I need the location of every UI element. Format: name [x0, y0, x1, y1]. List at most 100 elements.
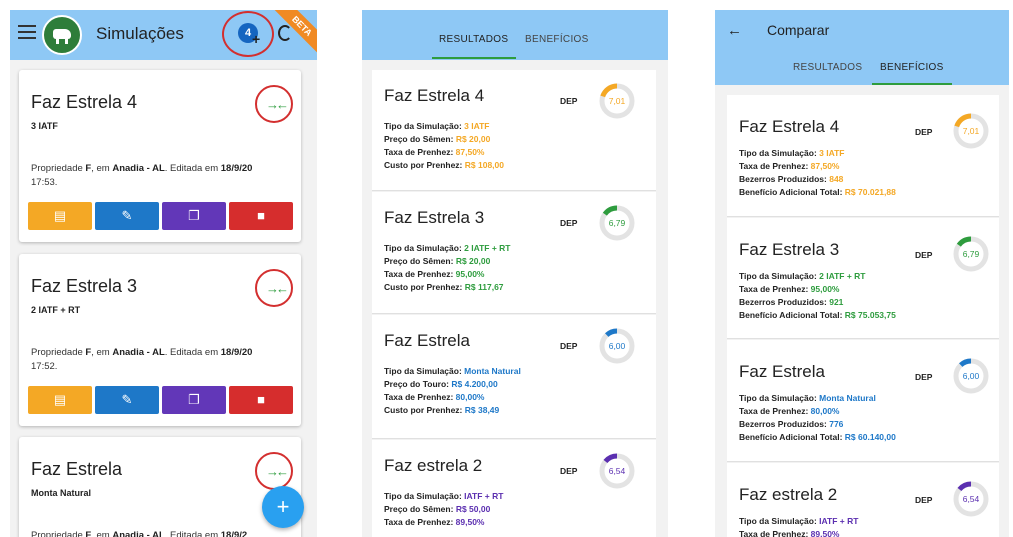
detail-value: Monta Natural	[464, 366, 521, 376]
notification-button[interactable]: 4 +	[222, 11, 274, 57]
detail-label: Taxa de Prenhez:	[384, 147, 456, 157]
result-card: Faz Estrela 3 DEP 6,79 Tipo da Simulação: 2…	[727, 218, 999, 339]
tab-resultados[interactable]: RESULTADOS	[793, 62, 862, 73]
simulation-description: Propriedade F, em Anadia - AL. Editada e…	[31, 529, 286, 537]
detail-label: Tipo da Simulação:	[739, 148, 820, 158]
detail-value: Monta Natural	[819, 393, 876, 403]
detail-row: Bezerros Produzidos: 776	[739, 418, 896, 431]
report-button[interactable]: ▤	[28, 202, 92, 230]
description-desc_pre: Propriedade	[31, 530, 86, 537]
detail-label: Custo por Prenhez:	[384, 282, 465, 292]
compare-screen: ← Comparar RESULTADOS BENEFÍCIOS Faz Est…	[715, 10, 1009, 537]
description-mid: , em	[91, 163, 113, 174]
menu-icon[interactable]	[18, 25, 36, 39]
detail-value: 87,50%	[810, 161, 840, 171]
simulation-type: 3 IATF	[31, 121, 58, 131]
edit-icon: ✎	[121, 392, 133, 407]
tab-indicator	[432, 57, 516, 59]
tab-resultados[interactable]: RESULTADOS	[439, 34, 508, 45]
detail-value: 848	[829, 174, 844, 184]
detail-label: Preço do Sêmen:	[384, 504, 456, 514]
compare-button[interactable]: →←	[255, 269, 293, 307]
detail-row: Tipo da Simulação: 2 IATF + RT	[384, 242, 511, 255]
edit-icon: ✎	[121, 208, 133, 223]
add-simulation-button[interactable]: +	[262, 486, 304, 528]
simulation-card: Faz Estrela Monta Natural →← Propriedade F,…	[19, 437, 301, 537]
dep-gauge-fill	[602, 205, 618, 216]
detail-row: Preço do Sêmen: R$ 20,00	[384, 255, 511, 268]
sync-icon[interactable]	[278, 25, 292, 41]
edit-button[interactable]: ✎	[95, 202, 159, 230]
delete-button[interactable]: ■	[229, 202, 293, 230]
detail-row: Preço do Sêmen: R$ 20,00	[384, 133, 504, 146]
compare-button[interactable]: →←	[255, 85, 293, 123]
detail-label: Taxa de Prenhez:	[384, 269, 456, 279]
copy-button[interactable]: ❐	[162, 386, 226, 414]
dep-gauge-fill	[600, 83, 618, 98]
description-end: .	[54, 177, 58, 188]
detail-row: Bezerros Produzidos: 921	[739, 296, 896, 309]
simulation-type: Monta Natural	[31, 488, 92, 498]
delete-icon: ■	[257, 392, 265, 407]
delete-button[interactable]: ■	[229, 386, 293, 414]
dep-gauge-fill	[603, 453, 618, 464]
detail-row: Tipo da Simulação: Monta Natural	[384, 365, 521, 378]
detail-value: 80,00%	[455, 392, 485, 402]
dep-value: 7,01	[962, 126, 980, 136]
action-buttons: ▤ ✎ ❐ ■	[28, 386, 293, 414]
dep-gauge-wrap: 6,79	[952, 235, 990, 273]
detail-lines: Tipo da Simulação: 3 IATF Taxa de Prenhez…	[739, 147, 896, 199]
back-arrow-icon[interactable]: ←	[727, 22, 742, 39]
simulation-name: Faz Estrela	[31, 459, 123, 479]
simulation-description: Propriedade F, em Anadia - AL. Editada e…	[31, 162, 286, 190]
copy-button[interactable]: ❐	[162, 202, 226, 230]
document-icon: ▤	[53, 392, 67, 407]
detail-row: Tipo da Simulação: 3 IATF	[384, 120, 504, 133]
detail-value: 80,00%	[810, 406, 840, 416]
compare-button[interactable]: →←	[255, 452, 293, 490]
dep-label: DEP	[560, 96, 578, 106]
detail-value: R$ 4.200,00	[451, 379, 498, 389]
dep-value: 7,01	[608, 96, 626, 106]
detail-value: 89,50%	[455, 517, 485, 527]
detail-value: 87,50%	[455, 147, 485, 157]
tab-beneficios[interactable]: BENEFÍCIOS	[880, 62, 944, 73]
simulation-type: 2 IATF + RT	[31, 305, 81, 315]
detail-row: Tipo da Simulação: IATF + RT	[384, 490, 503, 503]
description-mid: , em	[91, 530, 113, 537]
detail-label: Bezerros Produzidos:	[739, 297, 830, 307]
detail-value: IATF + RT	[819, 516, 859, 526]
dep-label: DEP	[915, 127, 933, 137]
detail-label: Preço do Sêmen:	[384, 256, 456, 266]
detail-row: Taxa de Prenhez: 87,50%	[739, 160, 896, 173]
results-screen: RESULTADOS BENEFÍCIOS Faz Estrela 4 DEP 7,…	[362, 10, 668, 537]
simulations-screen: Simulações 4 + BETA Faz Estrela 4 3 IATF →…	[10, 10, 317, 537]
detail-value: R$ 75.053,75	[844, 310, 896, 320]
detail-lines: Tipo da Simulação: IATF + RT Preço do Sêm…	[384, 490, 503, 529]
simulation-name: Faz Estrela 3	[31, 276, 138, 296]
app-bar: RESULTADOS BENEFÍCIOS	[362, 10, 668, 60]
dep-gauge-fill	[959, 358, 972, 368]
detail-lines: Tipo da Simulação: 2 IATF + RT Preço do S…	[384, 242, 511, 294]
dep-label: DEP	[560, 341, 578, 351]
add-badge-icon: +	[252, 31, 261, 47]
detail-label: Custo por Prenhez:	[384, 160, 465, 170]
farm-logo	[42, 15, 82, 55]
delete-icon: ■	[257, 208, 265, 223]
description-desc_pre: Propriedade	[31, 163, 86, 174]
detail-lines: Tipo da Simulação: 2 IATF + RT Taxa de Pr…	[739, 270, 896, 322]
dep-value: 6,79	[962, 249, 980, 259]
detail-label: Taxa de Prenhez:	[384, 517, 456, 527]
edit-button[interactable]: ✎	[95, 386, 159, 414]
detail-row: Taxa de Prenhez: 95,00%	[384, 268, 511, 281]
detail-row: Tipo da Simulação: 3 IATF	[739, 147, 896, 160]
farm-name: Faz Estrela 3	[384, 208, 485, 227]
description-date: 18/9/2	[220, 530, 248, 537]
description-ed: . Editada em	[164, 163, 221, 174]
tab-beneficios[interactable]: BENEFÍCIOS	[525, 34, 589, 45]
detail-lines: Tipo da Simulação: 3 IATF Preço do Sêmen:…	[384, 120, 504, 172]
report-button[interactable]: ▤	[28, 386, 92, 414]
document-icon: ▤	[53, 208, 67, 223]
page-title: Simulações	[96, 24, 184, 43]
detail-row: Taxa de Prenhez: 87,50%	[384, 146, 504, 159]
